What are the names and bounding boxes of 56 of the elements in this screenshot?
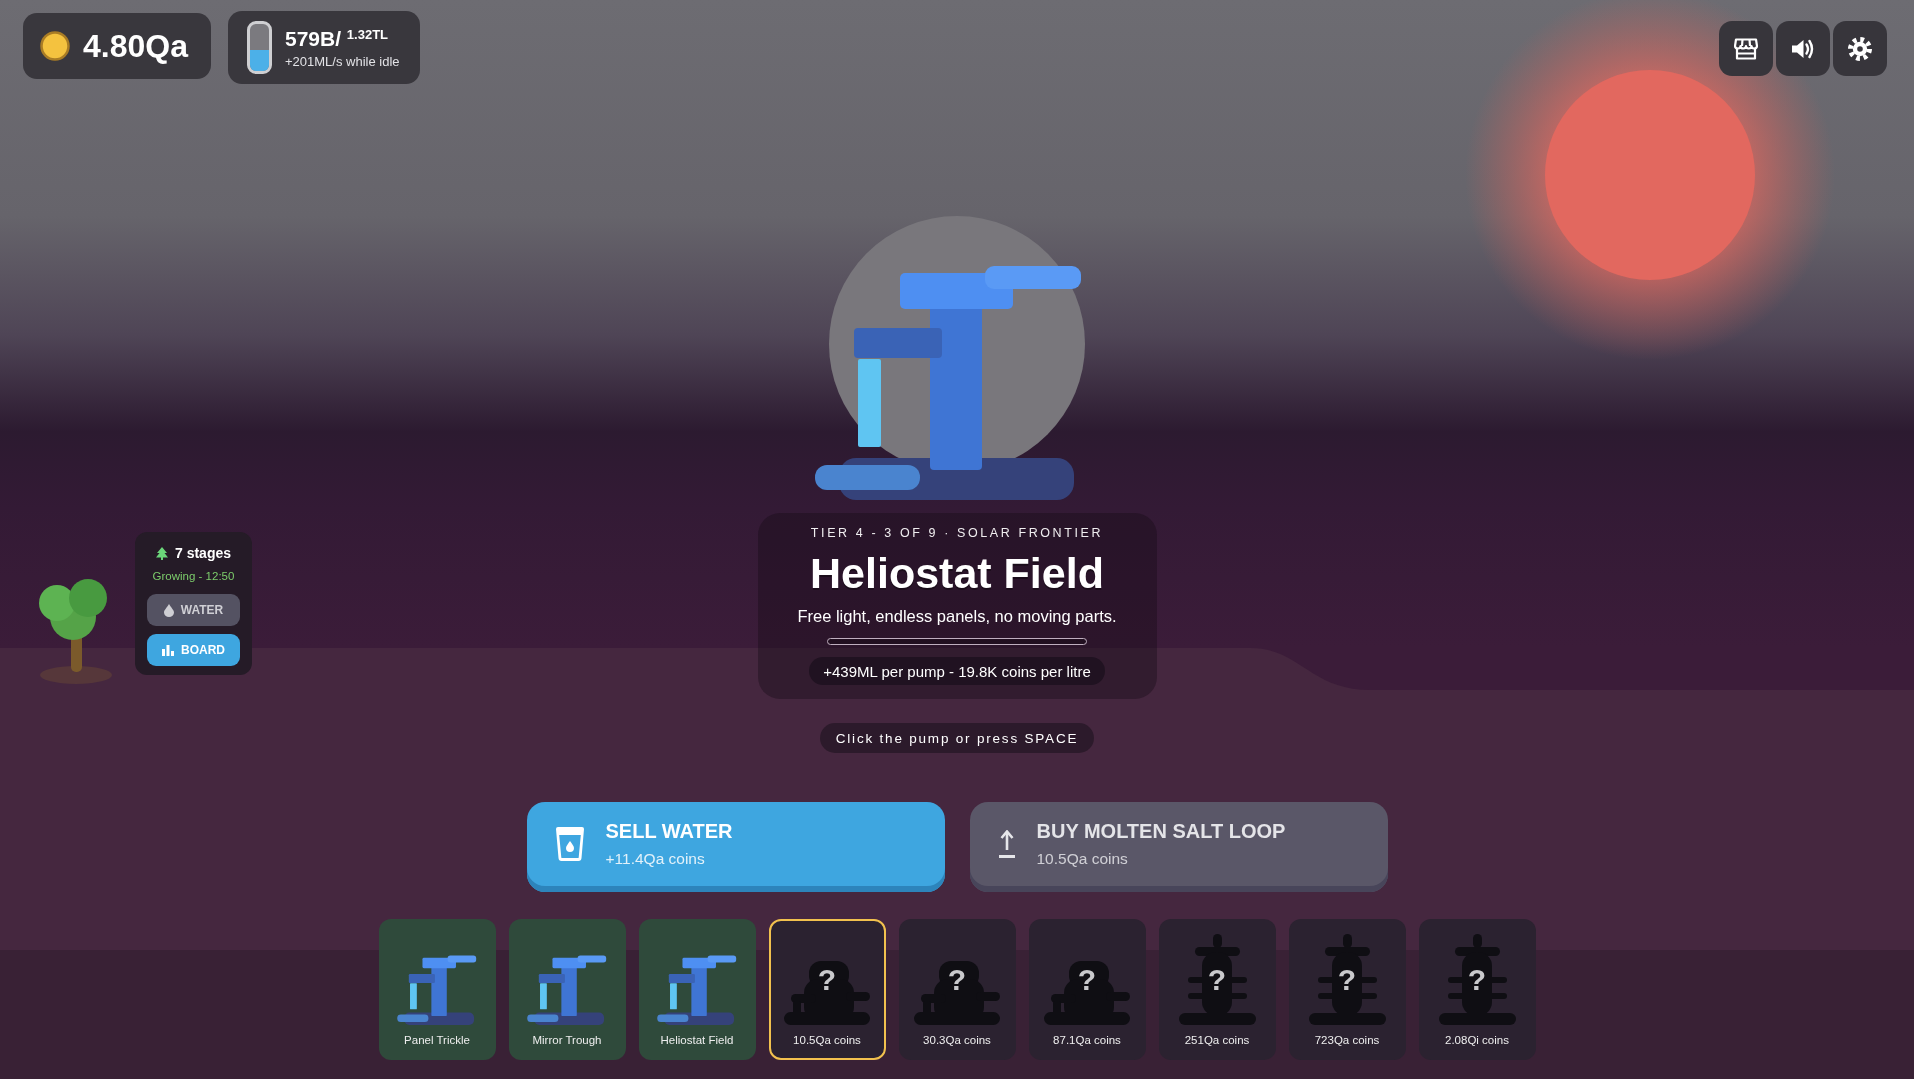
glass-icon (555, 827, 584, 861)
pump-price: 251Qa coins (1184, 1033, 1250, 1048)
pump-icon (397, 955, 477, 1025)
pump-price: 723Qa coins (1314, 1033, 1380, 1048)
growth-status: Growing - 12:50 (152, 569, 235, 584)
pump-tile[interactable]: ? 251Qa coins (1158, 919, 1276, 1060)
question-mark: ? (1467, 964, 1487, 995)
pump-hint: Click the pump or press SPACE (819, 723, 1095, 753)
tower-silhouette-icon (1308, 934, 1386, 1025)
coin-amount: 4.80Qa (83, 27, 188, 65)
pump-name: Heliostat Field (660, 1033, 734, 1048)
pump-price: 2.08Qi coins (1445, 1033, 1509, 1048)
pump-price: 87.1Qa coins (1053, 1033, 1121, 1048)
machine-silhouette-icon (1044, 961, 1130, 1025)
pump-icon (527, 955, 607, 1025)
pump-title: Heliostat Field (810, 549, 1104, 597)
pump-drawing[interactable] (815, 266, 1081, 500)
tower-silhouette-icon (1438, 934, 1516, 1025)
pump-icon (657, 955, 737, 1025)
pump-stats: +439ML per pump - 19.8K coins per litre (809, 657, 1105, 685)
pump-name: Panel Trickle (404, 1033, 470, 1048)
tower-silhouette-icon (1178, 934, 1256, 1025)
question-mark: ? (1207, 964, 1227, 995)
pump-tile[interactable]: ? 87.1Qa coins (1028, 919, 1146, 1060)
machine-silhouette-icon (914, 961, 1000, 1025)
pump-tile[interactable]: Heliostat Field (638, 919, 756, 1060)
stage-count: 7 stages (174, 545, 231, 561)
upload-arrow-icon (998, 830, 1015, 858)
pump-price: 10.5Qa coins (793, 1033, 861, 1048)
storefront-icon (1734, 37, 1758, 60)
question-mark: ? (817, 964, 837, 995)
water-amount: 579B/ $^{1.32TL}$ (284, 26, 390, 51)
tree-icon (155, 546, 168, 560)
pump-price: 30.3Qa coins (923, 1033, 991, 1048)
coin-icon (40, 31, 70, 61)
machine-silhouette-icon (784, 961, 870, 1025)
idle-rate: +201ML/s while idle (284, 53, 400, 69)
settings-icon (1848, 36, 1872, 61)
pump-tile[interactable]: ? 2.08Qi coins (1418, 919, 1536, 1060)
tier-label: TIER 4 - 3 OF 9 · SOLAR FRONTIER (810, 525, 1104, 541)
pump-tile[interactable]: ? 10.5Qa coins (768, 919, 886, 1060)
pump-description: Free light, endless panels, no moving parts. (797, 606, 1117, 627)
question-mark: ? (1337, 964, 1357, 995)
pump-tile[interactable]: Panel Trickle (378, 919, 496, 1060)
pump-name: Mirror Trough (532, 1033, 602, 1048)
settings-button[interactable] (1833, 21, 1887, 76)
drop-icon (163, 603, 174, 617)
shop-button[interactable] (1719, 21, 1773, 76)
pump-tile[interactable]: ? 30.3Qa coins (898, 919, 1016, 1060)
pump-tile[interactable]: ? 723Qa coins (1288, 919, 1406, 1060)
speaker-icon (1791, 37, 1815, 60)
sound-button[interactable] (1776, 21, 1830, 76)
question-mark: ? (1077, 964, 1097, 995)
pump-tile[interactable]: Mirror Trough (508, 919, 626, 1060)
bar-chart-icon (162, 644, 174, 656)
question-mark: ? (947, 964, 967, 995)
